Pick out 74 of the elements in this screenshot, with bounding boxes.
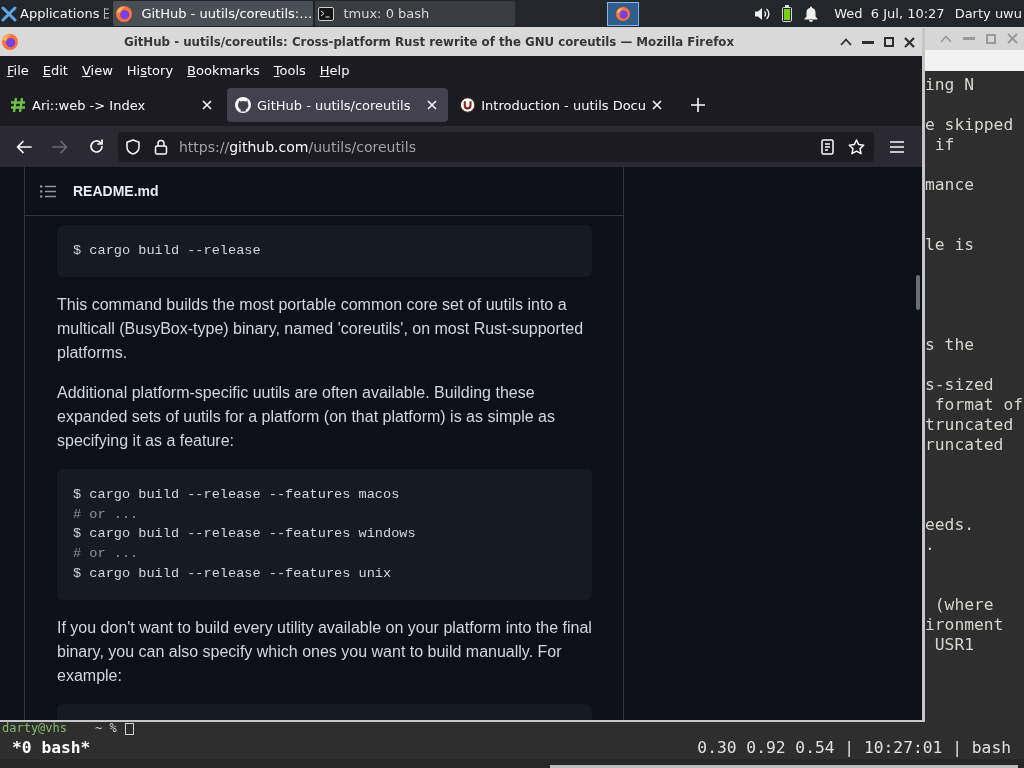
workspace-switcher[interactable] [607, 1, 640, 26]
reload-icon[interactable] [88, 139, 104, 154]
volume-icon[interactable] [754, 5, 771, 22]
code-line: $ cargo build --release [73, 242, 262, 260]
clock[interactable]: Wed 6 Jul, 10:27 [834, 6, 945, 21]
paragraph: Additional platform-specific uutils are often available. Building these expanded sets of uutils for a platform (on that platform) is as simple as specifying it as a feature: [57, 383, 556, 451]
close-icon[interactable] [904, 36, 915, 48]
terminal-line: s-sized [925, 375, 995, 395]
list-icon[interactable] [40, 184, 56, 198]
tab[interactable]: Introduction - uutils Docu [452, 88, 673, 122]
window-title: GitHub - uutils/coreutils: Cross-platform Rust rewrite of the GNU coreutils — Mozilla Firefox [123, 35, 735, 49]
bell-icon[interactable] [804, 5, 819, 22]
cat-logo-icon [235, 97, 251, 113]
status-info: 0.30 0.92 0.54 | 10:27:01 | bash [697, 737, 1011, 757]
menu-icon[interactable] [890, 140, 904, 153]
menu-item[interactable]: Help [312, 60, 357, 80]
handle-icon[interactable] [104, 8, 110, 19]
paragraph: If you don't want to build every utility available on your platform into the final binary, you can also specify which ones you want to build manually. For example: [57, 617, 592, 686]
code-comment: # or ... [73, 505, 140, 524]
prompt-host: darty@vhs [2, 722, 68, 735]
hash-icon [10, 97, 26, 113]
window-list[interactable]: *0 bash* [12, 737, 91, 757]
scrollbar-thumb[interactable] [916, 275, 920, 310]
shield-icon[interactable] [126, 138, 140, 155]
browser-logo-icon [616, 6, 631, 21]
terminal-line: (where [933, 595, 995, 615]
terminal-line: mance [925, 175, 975, 195]
tab[interactable]: GitHub - uutils/coreutils [227, 88, 448, 122]
readme-title[interactable]: README.md [73, 183, 159, 199]
user-name[interactable]: Darty uwu [954, 6, 1022, 21]
star-icon[interactable] [848, 138, 865, 155]
terminal-line: runcated [925, 435, 1005, 455]
terminal-line: ing N [925, 75, 975, 95]
terminal-line: format of [933, 395, 1024, 415]
task-button[interactable]: GitHub - uutils/coreutils:… [113, 1, 314, 26]
menu-item[interactable]: History [119, 60, 181, 80]
code-line: $ cargo build --release --features macos [73, 486, 401, 504]
menu-item[interactable]: View [74, 60, 120, 80]
task-button[interactable]: tmux: 0 bash [315, 1, 516, 26]
code-line: $ cargo build --release --features unix [73, 564, 393, 583]
address-field[interactable]: https://github.com/uutils/coreutils [118, 131, 874, 162]
maximize-icon[interactable] [884, 37, 894, 47]
menu-item[interactable]: Edit [35, 60, 75, 80]
browser-logo-icon [116, 5, 133, 22]
tab[interactable]: Ari::web -> Index [2, 88, 223, 122]
terminal-icon [318, 5, 335, 22]
terminal-line: s the [925, 335, 975, 355]
code-comment: # or ... [73, 545, 140, 564]
terminal-line: ironment [925, 615, 1005, 635]
prompt-symbol: ~ % [95, 722, 117, 735]
minimize-icon[interactable] [862, 40, 874, 44]
menu-item[interactable]: Tools [266, 60, 313, 80]
circle-logo-icon [460, 97, 476, 113]
back-arrow-icon[interactable] [16, 139, 32, 154]
document-icon[interactable] [821, 138, 834, 155]
chevron-up-icon[interactable] [840, 38, 852, 46]
code-line: $ cargo build --release --features windows [73, 525, 417, 544]
plus-icon[interactable] [691, 98, 705, 112]
lock-icon[interactable] [154, 138, 168, 155]
applications-menu[interactable]: Applications [0, 0, 104, 27]
battery-icon[interactable] [782, 5, 793, 22]
browser-logo-icon [2, 34, 18, 50]
terminal-line: USR1 [933, 635, 975, 655]
terminal-line: if [933, 135, 956, 155]
url-text[interactable]: https://github.com/uutils/coreutils [179, 138, 416, 155]
terminal-line: e skipped [925, 115, 1015, 135]
menu-item[interactable]: Bookmarks [180, 60, 267, 80]
terminal-line: eeds. [925, 515, 975, 535]
terminal-line: . [925, 535, 936, 555]
paragraph: This command builds the most portable common core set of uutils into a multicall (BusyBox-type) binary, named 'coreutils', on most Rust-supported platforms. [57, 295, 585, 363]
x-logo-icon [1, 5, 17, 22]
menu-item[interactable]: File [0, 60, 36, 80]
terminal-line: truncated [925, 415, 1015, 435]
terminal-line: le is [925, 235, 975, 255]
